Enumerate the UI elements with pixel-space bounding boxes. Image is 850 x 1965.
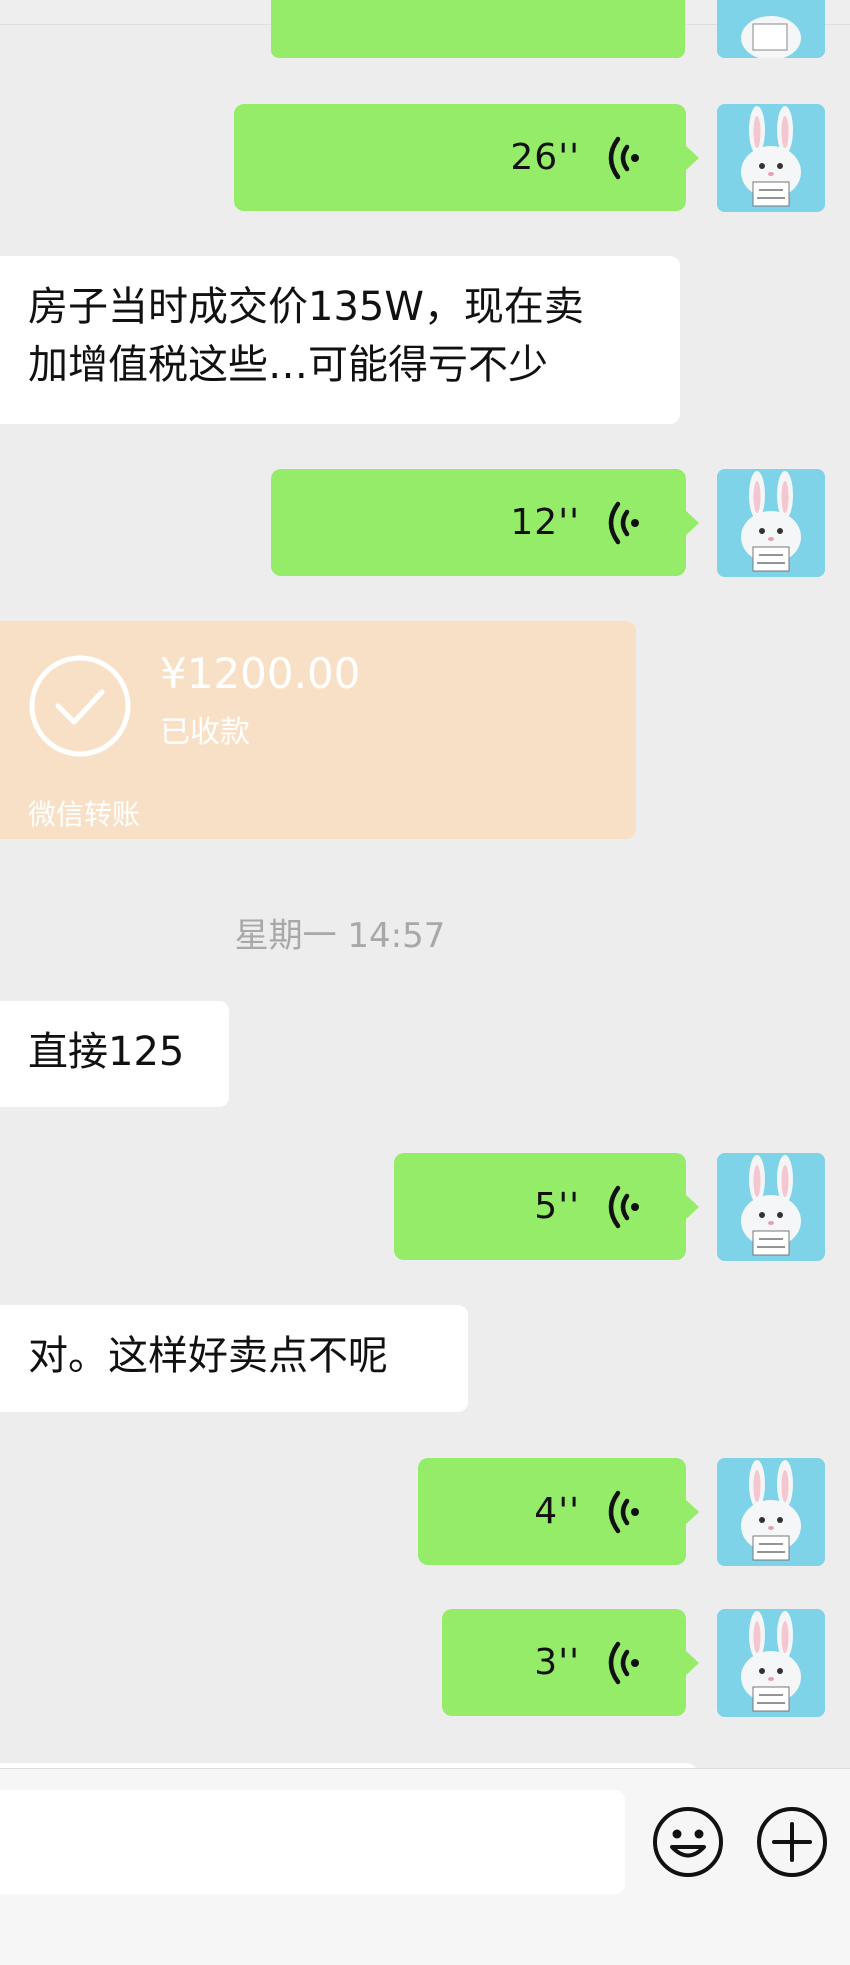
avatar[interactable] [717, 1458, 825, 1566]
transfer-label: 微信转账 [28, 798, 141, 831]
voice-duration: 3'' [534, 1642, 580, 1683]
rabbit-avatar-icon [717, 1458, 825, 1566]
rabbit-avatar-icon [717, 469, 825, 577]
voice-message-bubble[interactable]: 12'' [271, 469, 699, 576]
voice-message-bubble[interactable]: 26'' [234, 104, 699, 211]
rabbit-avatar-icon [717, 1153, 825, 1261]
message-input[interactable] [0, 1790, 625, 1894]
voice-wave-icon [608, 501, 639, 544]
voice-message-bubble[interactable]: 3'' [442, 1609, 699, 1716]
message-line: 直接125 [28, 1029, 185, 1075]
avatar[interactable] [717, 1153, 825, 1261]
rabbit-avatar-icon [717, 104, 825, 212]
voice-duration: 4'' [534, 1491, 580, 1532]
received-text-message[interactable]: 对。这样好卖点不呢 [0, 1305, 468, 1412]
transfer-status: 已收款 [160, 715, 250, 750]
avatar[interactable] [717, 104, 825, 212]
voice-wave-icon [608, 1490, 639, 1533]
voice-message-bubble[interactable]: 4'' [418, 1458, 699, 1565]
received-text-message[interactable]: 直接125 [0, 1001, 229, 1107]
avatar[interactable] [717, 1609, 825, 1717]
voice-message-bubble[interactable]: 5'' [394, 1153, 699, 1260]
wechat-transfer-card[interactable]: ¥1200.00 已收款 微信转账 [0, 621, 636, 839]
message-line: 加增值税这些…可能得亏不少 [28, 342, 548, 388]
message-line: 房子当时成交价135W，现在卖 [28, 284, 584, 330]
transfer-amount: ¥1200.00 [160, 649, 361, 698]
smiley-icon[interactable] [652, 1806, 724, 1878]
voice-wave-icon [608, 136, 639, 179]
received-text-message[interactable]: 房子当时成交价135W，现在卖 加增值税这些…可能得亏不少 [0, 256, 680, 424]
voice-duration: 26'' [510, 137, 580, 178]
check-circle-icon [29, 655, 131, 757]
voice-wave-icon [608, 1641, 639, 1684]
chat-timestamp: 星期一 14:57 [234, 916, 446, 956]
avatar[interactable] [717, 0, 825, 58]
voice-wave-icon [608, 1185, 639, 1228]
plus-circle-icon[interactable] [756, 1806, 828, 1878]
message-line: 对。这样好卖点不呢 [28, 1333, 388, 1379]
voice-duration: 12'' [510, 502, 580, 543]
voice-message-bubble-partial[interactable] [271, 0, 685, 58]
rabbit-avatar-icon [717, 1609, 825, 1717]
avatar[interactable] [717, 469, 825, 577]
voice-duration: 5'' [534, 1186, 580, 1227]
